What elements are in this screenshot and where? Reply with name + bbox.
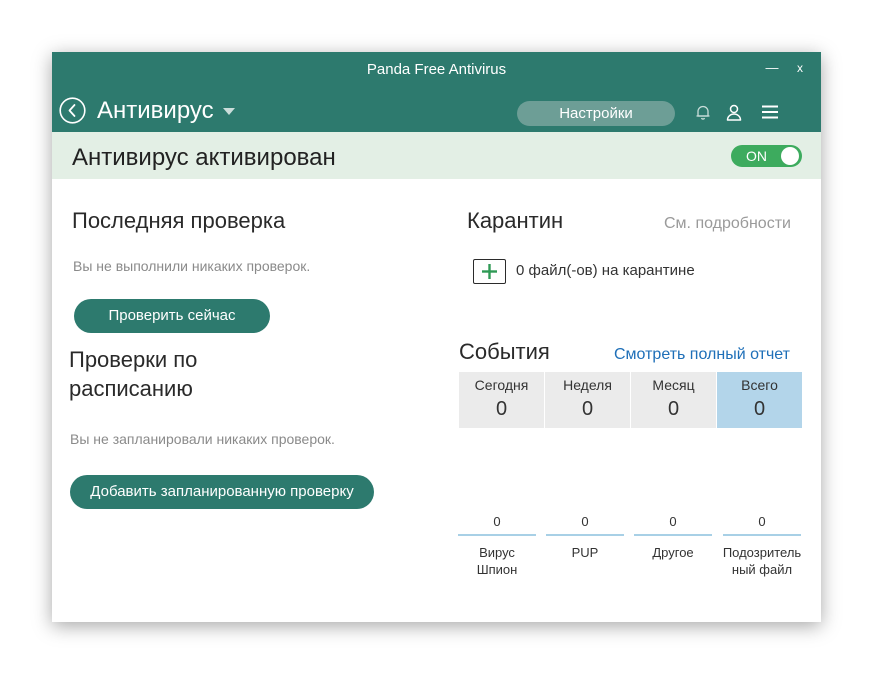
category-label-line: ный файл (731, 562, 793, 577)
close-button[interactable]: x (790, 58, 810, 78)
period-value: 0 (753, 398, 766, 420)
category-value-suspicious: 0 (758, 514, 766, 529)
period-label: Сегодня (474, 377, 529, 393)
period-value: 0 (495, 398, 508, 420)
period-label: Неделя (563, 377, 612, 393)
back-button[interactable] (59, 97, 86, 124)
category-bar-virus (458, 534, 536, 536)
scheduled-scans-title: Проверки по расписанию (69, 345, 197, 403)
quarantine-add-icon (473, 259, 506, 284)
category-bar-pup (546, 534, 624, 536)
period-value: 0 (667, 398, 680, 420)
chevron-down-icon[interactable] (223, 108, 235, 115)
notifications-icon[interactable] (695, 104, 711, 126)
category-value-virus: 0 (493, 514, 501, 529)
category-label-pup: PUP (545, 544, 625, 561)
category-value-other: 0 (669, 514, 677, 529)
protection-status-text: Антивирус активирован (72, 144, 336, 171)
category-label-line: PUP (571, 545, 599, 560)
scheduled-scans-message: Вы не запланировали никаких проверок. (70, 431, 335, 447)
hamburger-menu-icon[interactable] (761, 105, 779, 124)
events-title: События (459, 339, 550, 364)
period-label: Месяц (652, 377, 695, 393)
protection-status-bar: Антивирус активирован ON (52, 132, 821, 179)
add-scheduled-scan-button[interactable]: Добавить запланированную проверку (70, 475, 374, 509)
quarantine-count: 0 файл(-ов) на карантине (516, 262, 695, 279)
period-tab-total[interactable]: Всего 0 (717, 372, 802, 428)
period-tab-today[interactable]: Сегодня 0 (459, 372, 544, 428)
period-value: 0 (581, 398, 594, 420)
scheduled-scans-title-line2: расписанию (69, 376, 193, 401)
category-bar-other (634, 534, 712, 536)
antivirus-toggle[interactable]: ON (731, 145, 802, 167)
section-title: Антивирус (97, 97, 214, 124)
period-tab-week[interactable]: Неделя 0 (545, 372, 630, 428)
settings-button[interactable]: Настройки (517, 101, 675, 126)
category-label-line: Шпион (476, 562, 518, 577)
period-tab-month[interactable]: Месяц 0 (631, 372, 716, 428)
window-title: Panda Free Antivirus (366, 61, 507, 78)
app-header: Антивирус Настройки (52, 86, 821, 132)
quarantine-title: Карантин (467, 208, 564, 233)
category-value-pup: 0 (581, 514, 589, 529)
category-label-suspicious: Подозритель ный файл (722, 544, 802, 578)
last-scan-message: Вы не выполнили никаких проверок. (73, 258, 311, 274)
category-label-virus: Вирус Шпион (457, 544, 537, 578)
full-report-link[interactable]: Смотреть полный отчет (614, 346, 790, 364)
scheduled-scans-title-line1: Проверки по (69, 347, 198, 372)
back-arrow-icon (59, 97, 86, 124)
period-label: Всего (741, 377, 778, 393)
quarantine-details-link[interactable]: См. подробности (664, 215, 791, 233)
last-scan-title: Последняя проверка (72, 208, 286, 233)
category-label-line: Другое (652, 545, 694, 560)
title-bar: Panda Free Antivirus — x (52, 52, 821, 86)
category-label-line: Вирус (479, 545, 515, 560)
user-icon[interactable] (726, 104, 742, 126)
app-window: Panda Free Antivirus — x Антивирус Настр… (52, 52, 821, 622)
minimize-button[interactable]: — (762, 58, 782, 78)
toggle-knob (781, 147, 799, 165)
category-bar-suspicious (723, 534, 801, 536)
toggle-label: ON (746, 148, 767, 164)
category-label-line: Подозритель (722, 545, 802, 560)
scan-now-button[interactable]: Проверить сейчас (74, 299, 270, 333)
category-label-other: Другое (633, 544, 713, 561)
